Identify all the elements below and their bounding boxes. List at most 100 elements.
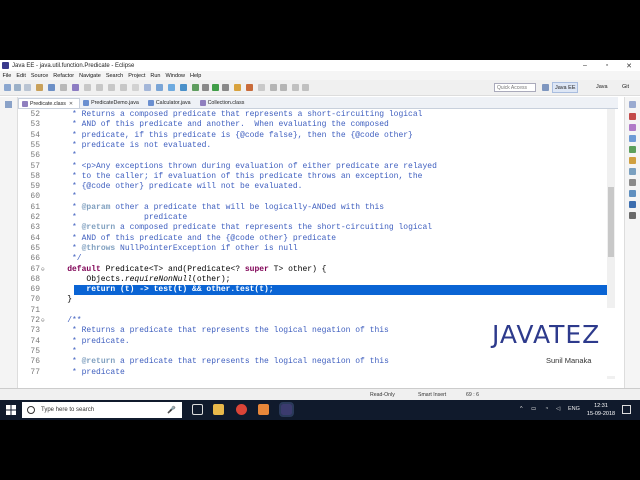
forward-icon[interactable] bbox=[302, 84, 309, 91]
code-line[interactable]: 64 * AND of this predicate and the {@cod… bbox=[18, 234, 610, 244]
menu-refactor[interactable]: Refactor bbox=[53, 73, 74, 79]
back-icon[interactable] bbox=[292, 84, 299, 91]
code-line[interactable]: 56 * bbox=[18, 151, 610, 161]
debug-icon[interactable] bbox=[192, 84, 199, 91]
servers-icon[interactable] bbox=[629, 168, 636, 175]
code-line[interactable]: 66 */ bbox=[18, 254, 610, 264]
code-line[interactable]: 54 * predicate, if this predicate is {@c… bbox=[18, 131, 610, 141]
code-line[interactable]: 59 * {@code other} predicate will not be… bbox=[18, 182, 610, 192]
annotation-next-icon[interactable] bbox=[270, 84, 277, 91]
menu-run[interactable]: Run bbox=[150, 73, 160, 79]
quick-access-input[interactable]: Quick Access bbox=[494, 83, 536, 92]
code-line[interactable]: 57 * <p>Any exceptions thrown during eva… bbox=[18, 162, 610, 172]
properties-icon[interactable] bbox=[629, 157, 636, 164]
perspective-git[interactable]: Git bbox=[620, 82, 631, 93]
code-line[interactable]: 69 return (t) -> test(t) && other.test(t… bbox=[18, 285, 610, 296]
new-interface-icon[interactable] bbox=[180, 84, 187, 91]
perspective-java[interactable]: Java bbox=[594, 82, 610, 93]
tray-chevron-icon[interactable]: ^ bbox=[520, 406, 523, 412]
coverage-icon[interactable] bbox=[234, 84, 241, 91]
new-package-icon[interactable] bbox=[156, 84, 163, 91]
chrome-icon[interactable] bbox=[236, 404, 247, 415]
tab-predicate-class[interactable]: Predicate.class ✕ bbox=[18, 98, 81, 109]
menu-help[interactable]: Help bbox=[190, 73, 201, 79]
menu-navigate[interactable]: Navigate bbox=[79, 73, 101, 79]
eclipse-taskbar-icon[interactable] bbox=[279, 402, 294, 417]
step-over-icon[interactable] bbox=[96, 84, 103, 91]
step-return-icon[interactable] bbox=[108, 84, 115, 91]
volume-icon[interactable]: ◁ bbox=[556, 406, 560, 412]
fold-toggle-icon[interactable]: ⊖ bbox=[41, 316, 45, 326]
hierarchy-icon[interactable] bbox=[629, 135, 636, 142]
notifications-icon[interactable] bbox=[622, 405, 631, 414]
new-icon[interactable] bbox=[4, 84, 11, 91]
menu-search[interactable]: Search bbox=[106, 73, 123, 79]
windows-start-icon[interactable] bbox=[6, 405, 16, 415]
code-line[interactable]: 65 * @throws NullPointerException if oth… bbox=[18, 244, 610, 254]
code-line[interactable]: 60 * bbox=[18, 192, 610, 202]
menu-window[interactable]: Window bbox=[165, 73, 185, 79]
open-perspective-icon[interactable] bbox=[542, 84, 549, 91]
snippets-icon[interactable] bbox=[629, 190, 636, 197]
restore-icon[interactable] bbox=[5, 101, 12, 108]
tab-collection-class[interactable]: Collection.class bbox=[197, 98, 251, 108]
code-line[interactable]: 61 * @param other a predicate that will … bbox=[18, 203, 610, 213]
fold-toggle-icon[interactable]: ⊖ bbox=[41, 265, 45, 275]
code-line[interactable]: 63 * @return a composed predicate that r… bbox=[18, 223, 610, 233]
new-class-icon[interactable] bbox=[168, 84, 175, 91]
code-line[interactable]: 58 * to the caller; if evaluation of thi… bbox=[18, 172, 610, 182]
code-line[interactable]: 52 * Returns a composed predicate that r… bbox=[18, 110, 610, 120]
markers-icon[interactable] bbox=[629, 146, 636, 153]
outline-icon[interactable] bbox=[629, 113, 636, 120]
task-list-icon[interactable] bbox=[629, 124, 636, 131]
network-icon[interactable]: ▭ bbox=[531, 406, 536, 412]
code-line[interactable]: 67 ⊖ default Predicate<T> and(Predicate<?… bbox=[18, 265, 610, 275]
tab-predicatedemo-java[interactable]: PredicateDemo.java bbox=[80, 98, 145, 108]
close-tab-icon[interactable]: ✕ bbox=[69, 99, 73, 109]
code-text: * predicate bbox=[48, 367, 125, 377]
taskbar-clock[interactable]: 12:31 15-09-2018 bbox=[586, 402, 616, 418]
menu-project[interactable]: Project bbox=[128, 73, 145, 79]
use-step-filters-icon[interactable] bbox=[132, 84, 139, 91]
run-dropdown-icon[interactable] bbox=[222, 84, 229, 91]
menu-edit[interactable]: Edit bbox=[16, 73, 25, 79]
close-button[interactable]: ✕ bbox=[618, 60, 640, 71]
skip-breakpoints-icon[interactable] bbox=[72, 84, 79, 91]
run-icon[interactable] bbox=[212, 84, 219, 91]
task-view-icon[interactable] bbox=[192, 404, 203, 415]
perspective-java-ee[interactable]: Java EE bbox=[552, 82, 579, 93]
code-line[interactable]: 70 } bbox=[18, 295, 610, 305]
wifi-icon[interactable]: ◔ bbox=[545, 406, 548, 412]
tray-language[interactable]: ENG bbox=[568, 406, 580, 412]
new-java-project-icon[interactable] bbox=[144, 84, 151, 91]
code-line[interactable]: 53 * AND of this predicate and another. … bbox=[18, 120, 610, 130]
app-icon[interactable] bbox=[258, 404, 269, 415]
editor-scroll-thumb[interactable] bbox=[608, 187, 614, 257]
external-tools-icon[interactable] bbox=[246, 84, 253, 91]
minimize-button[interactable]: – bbox=[574, 60, 596, 71]
restore-view-icon[interactable] bbox=[629, 101, 636, 108]
data-source-icon[interactable] bbox=[629, 179, 636, 186]
code-line[interactable]: 68 Objects.requireNonNull(other); bbox=[18, 275, 610, 285]
file-explorer-icon[interactable] bbox=[213, 404, 224, 415]
save-all-icon[interactable] bbox=[24, 84, 31, 91]
code-line[interactable]: 62 * predicate bbox=[18, 213, 610, 223]
annotation-prev-icon[interactable] bbox=[280, 84, 287, 91]
code-line[interactable]: 55 * predicate is not evaluated. bbox=[18, 141, 610, 151]
console-icon[interactable] bbox=[629, 201, 636, 208]
terminal-icon[interactable] bbox=[60, 84, 67, 91]
microphone-icon[interactable]: 🎤 bbox=[167, 406, 176, 414]
menu-file[interactable]: File bbox=[3, 73, 12, 79]
open-type-icon[interactable] bbox=[36, 84, 43, 91]
tab-calculator-java[interactable]: Calculator.java bbox=[145, 98, 197, 108]
maximize-button[interactable]: ▫ bbox=[596, 60, 618, 71]
save-icon[interactable] bbox=[14, 84, 21, 91]
new-server-icon[interactable] bbox=[48, 84, 55, 91]
debug-dropdown-icon[interactable] bbox=[202, 84, 209, 91]
search-toolbar-icon[interactable] bbox=[258, 84, 265, 91]
menu-source[interactable]: Source bbox=[31, 73, 48, 79]
progress-icon[interactable] bbox=[629, 212, 636, 219]
taskbar-search-box[interactable]: Type here to search 🎤 bbox=[22, 402, 182, 418]
step-icon[interactable] bbox=[84, 84, 91, 91]
drop-frame-icon[interactable] bbox=[120, 84, 127, 91]
